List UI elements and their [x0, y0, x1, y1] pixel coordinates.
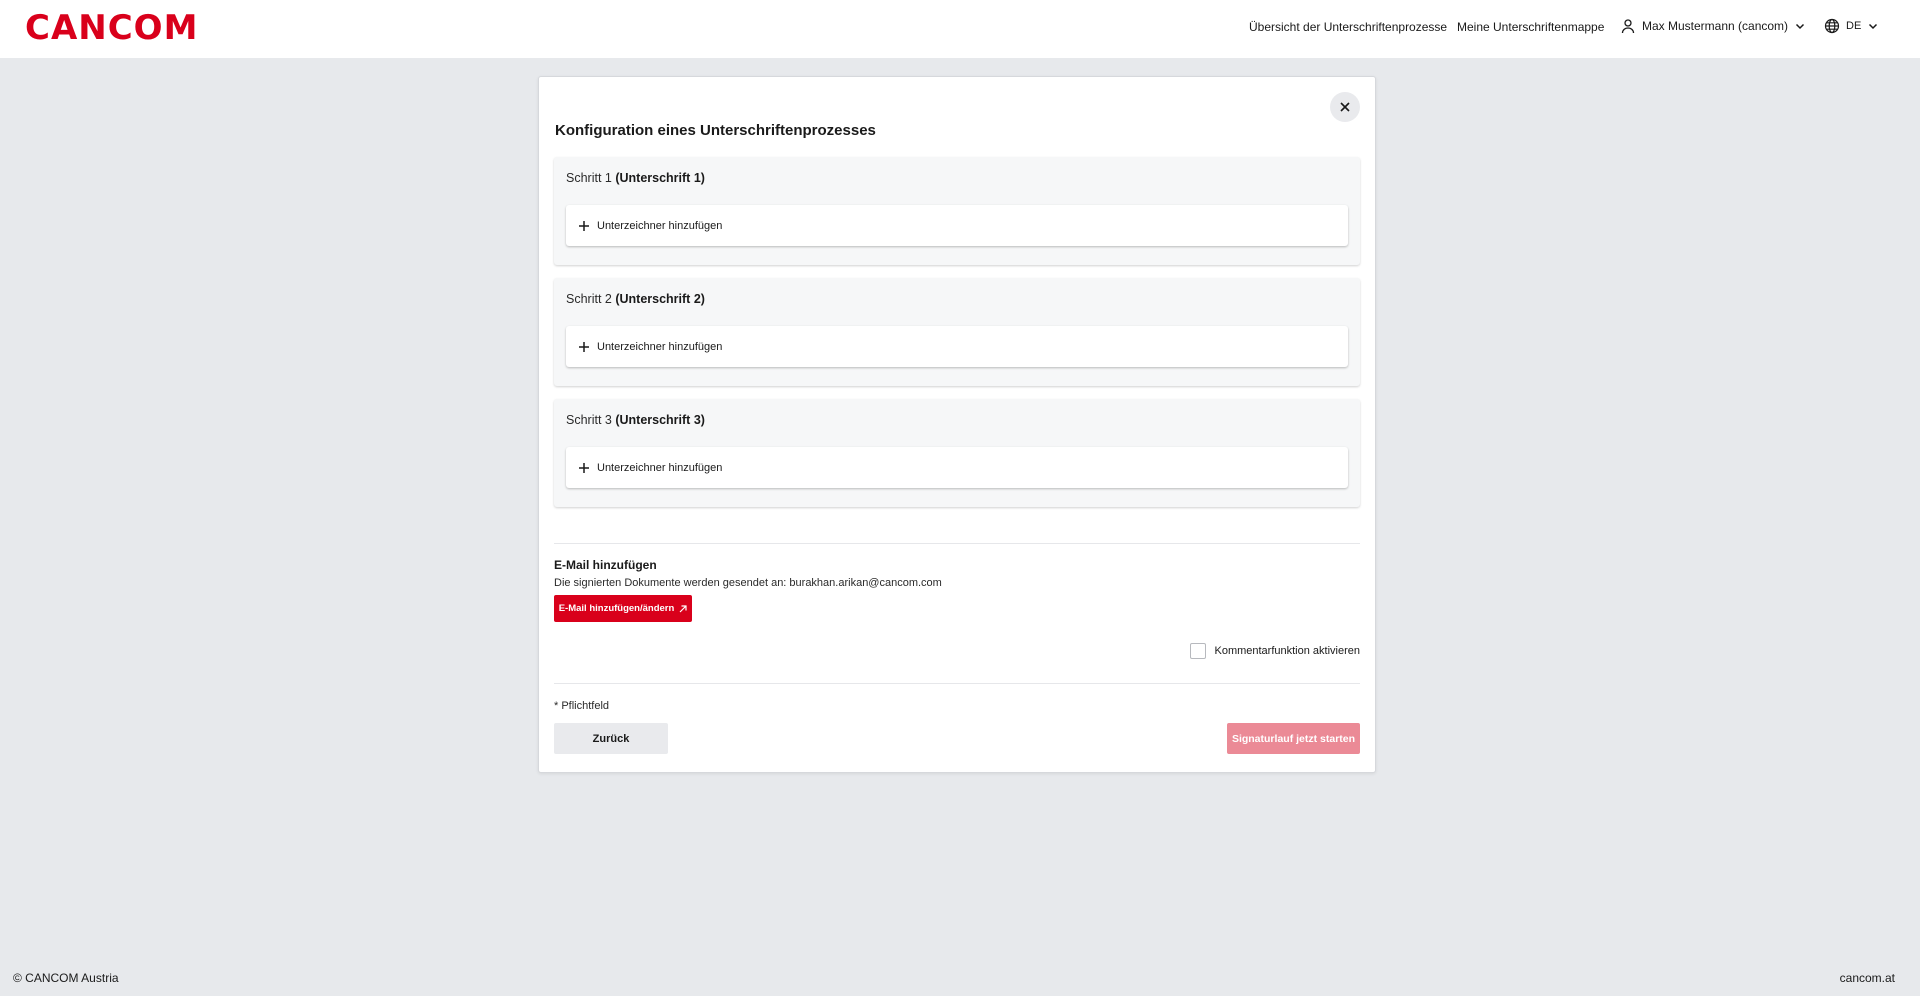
start-signature-button[interactable]: Signaturlauf jetzt starten — [1227, 723, 1360, 754]
add-signer-button[interactable]: Unterzeichner hinzufügen — [566, 205, 1348, 246]
comment-toggle[interactable]: Kommentarfunktion aktivieren — [1190, 643, 1360, 659]
chevron-down-icon — [1867, 20, 1879, 32]
email-button-label: E-Mail hinzufügen/ändern — [558, 603, 675, 614]
plus-icon — [579, 341, 589, 352]
step-number: Schritt 2 — [566, 292, 612, 306]
add-signer-button[interactable]: Unterzeichner hinzufügen — [566, 326, 1348, 367]
step-panel-3: Schritt 3 (Unterschrift 3) Unterzeichner… — [554, 399, 1360, 507]
cancom-logo[interactable]: CANCOM — [25, 8, 198, 48]
comment-label: Kommentarfunktion aktivieren — [1214, 645, 1360, 657]
dialog-title: Konfiguration eines Unterschriftenprozes… — [555, 122, 876, 139]
step-name: (Unterschrift 3) — [615, 413, 705, 427]
email-add-change-button[interactable]: E-Mail hinzufügen/ändern — [554, 595, 692, 622]
step-name: (Unterschrift 1) — [615, 171, 705, 185]
add-signer-label: Unterzeichner hinzufügen — [597, 340, 723, 353]
globe-icon — [1824, 18, 1840, 34]
section-divider — [554, 543, 1360, 544]
step-title: Schritt 3 (Unterschrift 3) — [566, 413, 705, 427]
user-icon — [1620, 18, 1636, 34]
footer-copyright: © CANCOM Austria — [13, 971, 119, 985]
signature-process-dialog: Konfiguration eines Unterschriftenprozes… — [538, 76, 1376, 773]
add-signer-button[interactable]: Unterzeichner hinzufügen — [566, 447, 1348, 488]
chevron-down-icon — [1794, 20, 1806, 32]
language-selector[interactable]: DE — [1824, 18, 1879, 34]
step-title: Schritt 1 (Unterschrift 1) — [566, 171, 705, 185]
close-button[interactable] — [1330, 92, 1360, 122]
step-name: (Unterschrift 2) — [615, 292, 705, 306]
add-signer-label: Unterzeichner hinzufügen — [597, 461, 723, 474]
plus-icon — [579, 462, 589, 473]
step-number: Schritt 1 — [566, 171, 612, 185]
user-menu[interactable]: Max Mustermann (cancom) — [1620, 18, 1806, 34]
back-button[interactable]: Zurück — [554, 723, 668, 754]
plus-icon — [579, 220, 589, 231]
email-recipient-text: Die signierten Dokumente werden gesendet… — [554, 577, 942, 589]
section-divider — [554, 683, 1360, 684]
language-label: DE — [1846, 20, 1862, 32]
required-field-note: * Pflichtfeld — [554, 700, 610, 712]
nav-overview-link[interactable]: Übersicht der Unterschriftenprozesse — [1249, 20, 1447, 34]
add-signer-label: Unterzeichner hinzufügen — [597, 219, 723, 232]
user-name: Max Mustermann (cancom) — [1642, 19, 1789, 33]
footer-site-link[interactable]: cancom.at — [1840, 971, 1895, 985]
step-title: Schritt 2 (Unterschrift 2) — [566, 292, 705, 306]
step-panel-2: Schritt 2 (Unterschrift 2) Unterzeichner… — [554, 278, 1360, 386]
external-link-arrow-icon — [679, 604, 687, 613]
comment-checkbox[interactable] — [1190, 643, 1207, 659]
step-panel-1: Schritt 1 (Unterschrift 1) Unterzeichner… — [554, 157, 1360, 265]
top-navigation-bar: CANCOM Übersicht der Unterschriftenproze… — [0, 0, 1920, 58]
email-section-title: E-Mail hinzufügen — [554, 558, 657, 572]
close-icon — [1340, 102, 1350, 112]
nav-my-folder-link[interactable]: Meine Unterschriftenmappe — [1457, 20, 1604, 34]
step-number: Schritt 3 — [566, 413, 612, 427]
